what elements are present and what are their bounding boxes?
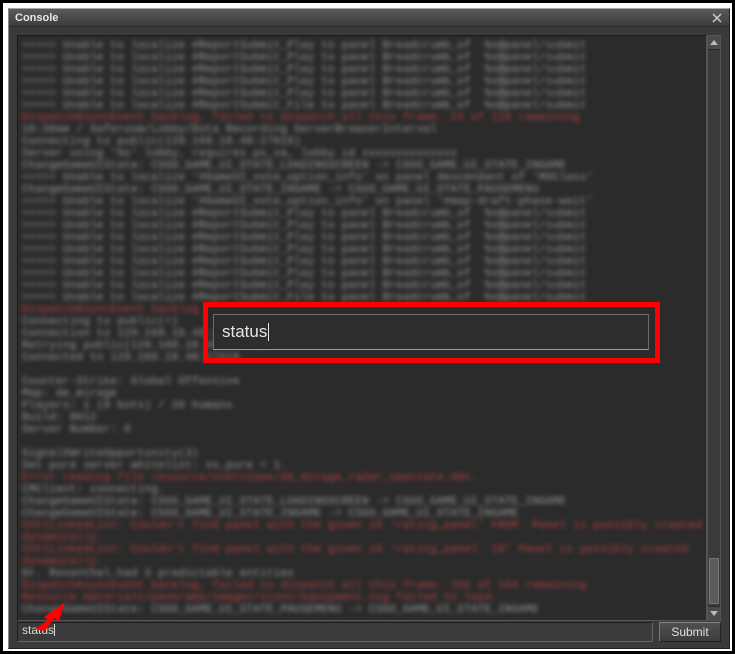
command-row: status Submit [17, 622, 721, 642]
scrollbar[interactable] [707, 35, 721, 621]
text-cursor-icon [54, 624, 55, 636]
close-button[interactable] [709, 11, 725, 25]
text-cursor-icon [268, 323, 269, 341]
submit-button[interactable]: Submit [659, 622, 721, 642]
scroll-thumb[interactable] [709, 558, 719, 604]
close-icon [712, 13, 722, 23]
highlighted-input-callout: status [213, 314, 649, 350]
window-title: Console [15, 12, 58, 24]
scroll-up-button[interactable] [708, 36, 720, 50]
command-input[interactable]: status [17, 622, 653, 642]
screenshot-frame: Console ===== Unable to localize #Report… [0, 0, 735, 654]
command-input-value: status [22, 623, 54, 637]
highlighted-input-text: status [222, 322, 267, 342]
submit-button-label: Submit [671, 625, 708, 639]
scroll-down-button[interactable] [708, 606, 720, 620]
titlebar[interactable]: Console [9, 9, 729, 27]
